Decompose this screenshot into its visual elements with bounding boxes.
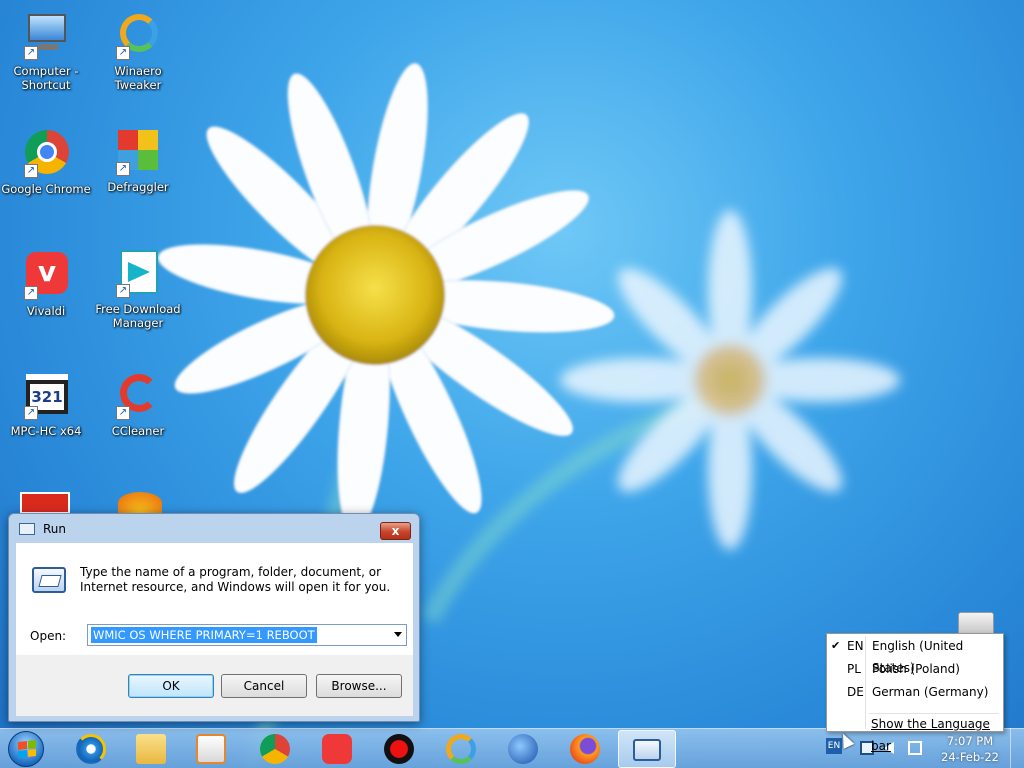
- taskbar-firefox[interactable]: [556, 730, 614, 768]
- shortcut-arrow-icon: ↗: [24, 406, 38, 420]
- shortcut-arrow-icon: ↗: [116, 162, 130, 176]
- seamonkey-icon: [508, 734, 538, 764]
- chevron-down-icon[interactable]: [394, 632, 402, 637]
- windows-logo-icon: [18, 740, 36, 758]
- vivaldi-icon: v ↗: [22, 252, 70, 300]
- desktop-icon-label: Winaero: [114, 64, 162, 78]
- computer-icon: ↗: [22, 12, 70, 60]
- desktop-icon-free-download-manager[interactable]: ↗ Free Download Manager: [92, 250, 184, 330]
- taskbar-vivaldi[interactable]: [308, 730, 366, 768]
- show-desktop-button[interactable]: [1010, 728, 1024, 768]
- run-title: Run: [43, 522, 67, 536]
- chrome-icon: ↗: [22, 130, 70, 178]
- desktop-icon-label: Vivaldi: [26, 304, 66, 318]
- taskbar-seamonkey[interactable]: [494, 730, 552, 768]
- checkmark-icon: ✔: [831, 639, 841, 652]
- firefox-icon: [570, 734, 600, 764]
- taskbar-media-player[interactable]: [182, 730, 240, 768]
- desktop-icon-label: Google Chrome: [1, 182, 91, 196]
- cancel-button[interactable]: Cancel: [221, 674, 307, 698]
- language-code: EN: [847, 639, 864, 653]
- start-button[interactable]: [8, 731, 44, 767]
- ccleaner-icon: ↗: [114, 372, 162, 420]
- desktop-icon-partial[interactable]: [118, 492, 162, 514]
- open-label: Open:: [30, 629, 67, 643]
- shortcut-arrow-icon: ↗: [24, 164, 38, 178]
- taskbar-file-explorer[interactable]: [122, 730, 180, 768]
- desktop-icon-label: Tweaker: [114, 78, 162, 92]
- language-name: German (Germany): [872, 685, 989, 699]
- taskbar-run-dialog[interactable]: [618, 730, 676, 768]
- run-program-icon: [32, 567, 66, 593]
- desktop-icon-label: Free Download: [95, 302, 181, 316]
- winaero-tweaker-icon: [446, 734, 476, 764]
- run-dialog: Run x Type the name of a program, folder…: [8, 513, 420, 722]
- free-download-manager-icon: ↗: [114, 250, 162, 298]
- language-code: PL: [847, 662, 861, 676]
- shortcut-arrow-icon: ↗: [24, 46, 38, 60]
- desktop-icon-ccleaner[interactable]: ↗ CCleaner: [92, 372, 184, 438]
- desktop-icon-label: Manager: [112, 316, 164, 330]
- mpc-hc-icon: 321 ↗: [22, 372, 70, 420]
- close-button[interactable]: x: [380, 522, 411, 540]
- taskbar-recorder[interactable]: [370, 730, 428, 768]
- desktop-icon-partial[interactable]: [20, 492, 70, 514]
- desktop-icon-label: MPC-HC x64: [10, 424, 82, 438]
- desktop-icon-computer[interactable]: ↗ Computer - Shortcut: [0, 12, 92, 92]
- desktop-icon-label: Defraggler: [107, 180, 169, 194]
- language-menu: ✔ EN English (United States) PL Polish (…: [826, 633, 1004, 753]
- show-language-bar-item[interactable]: Show the Language bar: [871, 713, 1003, 757]
- winaero-tweaker-icon: ↗: [114, 12, 162, 60]
- desktop-icon-winaero-tweaker[interactable]: ↗ Winaero Tweaker: [92, 12, 184, 92]
- language-code: DE: [847, 685, 864, 699]
- desktop-icon-vivaldi[interactable]: v ↗ Vivaldi: [0, 252, 92, 318]
- ok-button[interactable]: OK: [128, 674, 214, 698]
- internet-explorer-icon: [76, 734, 106, 764]
- run-body: Type the name of a program, folder, docu…: [16, 543, 413, 716]
- taskbar-internet-explorer[interactable]: [62, 730, 120, 768]
- run-program-icon: [633, 739, 661, 761]
- run-window-icon: [19, 523, 35, 535]
- run-description: Type the name of a program, folder, docu…: [80, 565, 391, 594]
- vivaldi-icon: [322, 734, 352, 764]
- language-item-de[interactable]: DE German (Germany): [829, 681, 1001, 703]
- record-icon: [384, 734, 414, 764]
- taskbar-google-chrome[interactable]: [246, 730, 304, 768]
- chrome-icon: [260, 734, 290, 764]
- open-input-value[interactable]: WMIC OS WHERE PRIMARY=1 REBOOT: [91, 627, 317, 643]
- media-player-icon: [196, 734, 226, 764]
- folder-icon: [136, 734, 166, 764]
- desktop-icon-label: Shortcut: [21, 78, 71, 92]
- desktop-icon-label: Computer -: [13, 64, 79, 78]
- defraggler-icon: ↗: [114, 128, 162, 176]
- recycle-bin-icon[interactable]: [958, 612, 994, 634]
- shortcut-arrow-icon: ↗: [24, 286, 38, 300]
- shortcut-arrow-icon: ↗: [116, 406, 130, 420]
- language-name: Polish (Poland): [872, 662, 960, 676]
- language-item-en[interactable]: ✔ EN English (United States): [829, 635, 1001, 675]
- shortcut-arrow-icon: ↗: [116, 46, 130, 60]
- browse-button[interactable]: Browse...: [316, 674, 402, 698]
- desktop-icon-defraggler[interactable]: ↗ Defraggler: [92, 128, 184, 194]
- shortcut-arrow-icon: ↗: [116, 284, 130, 298]
- taskbar-winaero-tweaker[interactable]: [432, 730, 490, 768]
- desktop-icon-google-chrome[interactable]: ↗ Google Chrome: [0, 130, 92, 196]
- open-combobox[interactable]: WMIC OS WHERE PRIMARY=1 REBOOT: [87, 624, 407, 646]
- desktop-icon-mpc-hc[interactable]: 321 ↗ MPC-HC x64: [0, 372, 92, 438]
- run-title-bar[interactable]: Run: [9, 514, 419, 544]
- desktop-icon-label: CCleaner: [111, 424, 165, 438]
- language-item-pl[interactable]: PL Polish (Poland): [829, 658, 1001, 680]
